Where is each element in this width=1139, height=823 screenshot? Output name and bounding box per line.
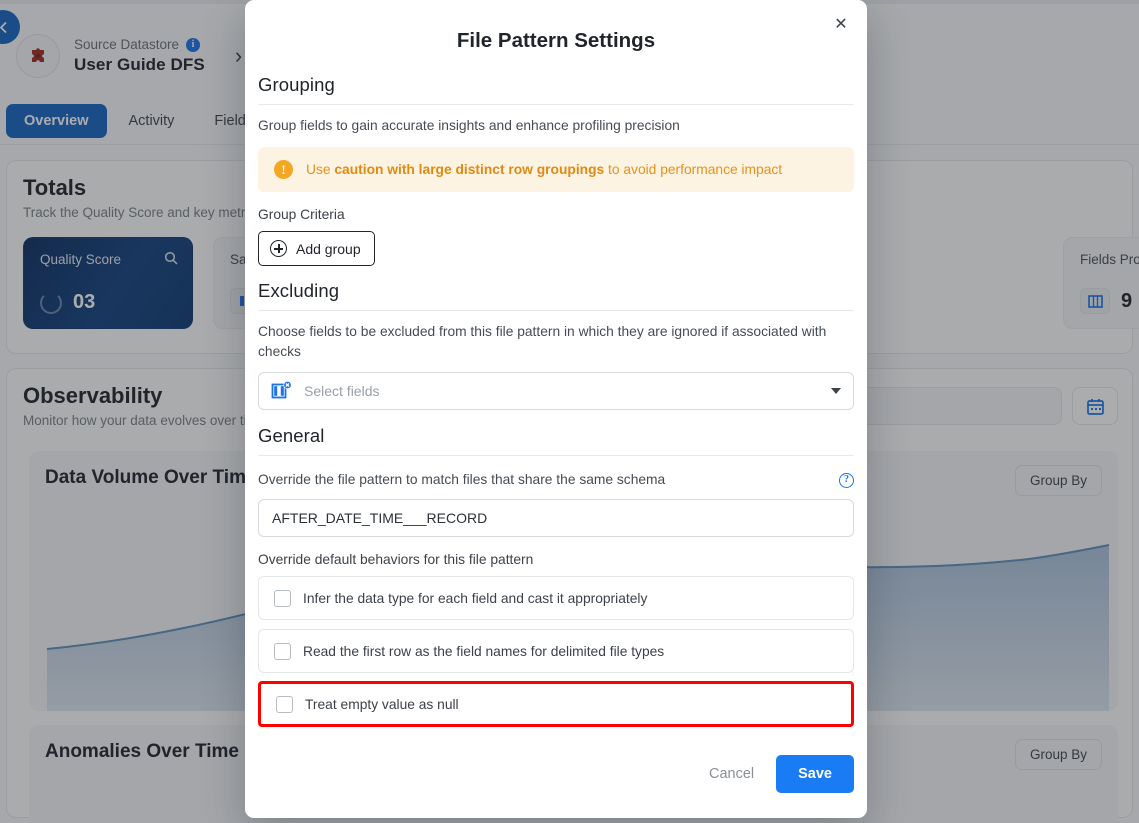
schema-override-row: Override the file pattern to match files… <box>258 470 854 490</box>
schema-override-input[interactable] <box>258 499 854 537</box>
section-divider <box>258 310 854 311</box>
grouping-description: Group fields to gain accurate insights a… <box>258 116 854 136</box>
dialog-header: File Pattern Settings ✕ <box>245 0 867 74</box>
warning-emphasis: caution with large distinct row grouping… <box>334 162 604 177</box>
section-heading-excluding: Excluding <box>258 280 854 302</box>
file-pattern-settings-dialog: File Pattern Settings ✕ Grouping Group f… <box>245 0 867 818</box>
dialog-footer: Cancel Save <box>245 744 867 818</box>
group-criteria-label: Group Criteria <box>258 207 854 222</box>
add-group-label: Add group <box>296 241 361 257</box>
chevron-down-icon <box>831 388 841 394</box>
behavior-label: Read the first row as the field names fo… <box>303 644 664 659</box>
dialog-body: Grouping Group fields to gain accurate i… <box>245 74 867 744</box>
schema-override-label: Override the file pattern to match files… <box>258 470 665 490</box>
add-group-button[interactable]: Add group <box>258 231 375 266</box>
behavior-row-infer-data-type[interactable]: Infer the data type for each field and c… <box>258 576 854 620</box>
section-divider <box>258 104 854 105</box>
plus-circle-icon <box>270 240 287 257</box>
exclude-fields-placeholder: Select fields <box>304 383 820 399</box>
checkbox[interactable] <box>274 643 291 660</box>
cancel-button[interactable]: Cancel <box>695 757 768 791</box>
behavior-row-treat-empty-as-null[interactable]: Treat empty value as null <box>258 681 854 727</box>
help-circle-icon[interactable]: ? <box>839 473 854 488</box>
warning-text: Use caution with large distinct row grou… <box>306 162 782 177</box>
checkbox[interactable] <box>274 590 291 607</box>
behaviors-label: Override default behaviors for this file… <box>258 552 854 567</box>
warning-banner: ! Use caution with large distinct row gr… <box>258 147 854 192</box>
save-button[interactable]: Save <box>776 755 854 793</box>
dialog-title: File Pattern Settings <box>245 29 867 53</box>
behavior-row-read-first-row[interactable]: Read the first row as the field names fo… <box>258 629 854 673</box>
section-divider <box>258 455 854 456</box>
warning-prefix: Use <box>306 162 334 177</box>
exclude-fields-select[interactable]: Select fields <box>258 372 854 410</box>
warning-exclamation-icon: ! <box>274 160 293 179</box>
close-icon[interactable]: ✕ <box>830 14 852 36</box>
section-heading-grouping: Grouping <box>258 74 854 96</box>
columns-exclude-icon <box>271 381 293 401</box>
behavior-label: Infer the data type for each field and c… <box>303 591 647 606</box>
excluding-description: Choose fields to be excluded from this f… <box>258 322 854 362</box>
checkbox[interactable] <box>276 696 293 713</box>
behavior-label: Treat empty value as null <box>305 697 459 712</box>
section-heading-general: General <box>258 425 854 447</box>
warning-suffix: to avoid performance impact <box>604 162 782 177</box>
